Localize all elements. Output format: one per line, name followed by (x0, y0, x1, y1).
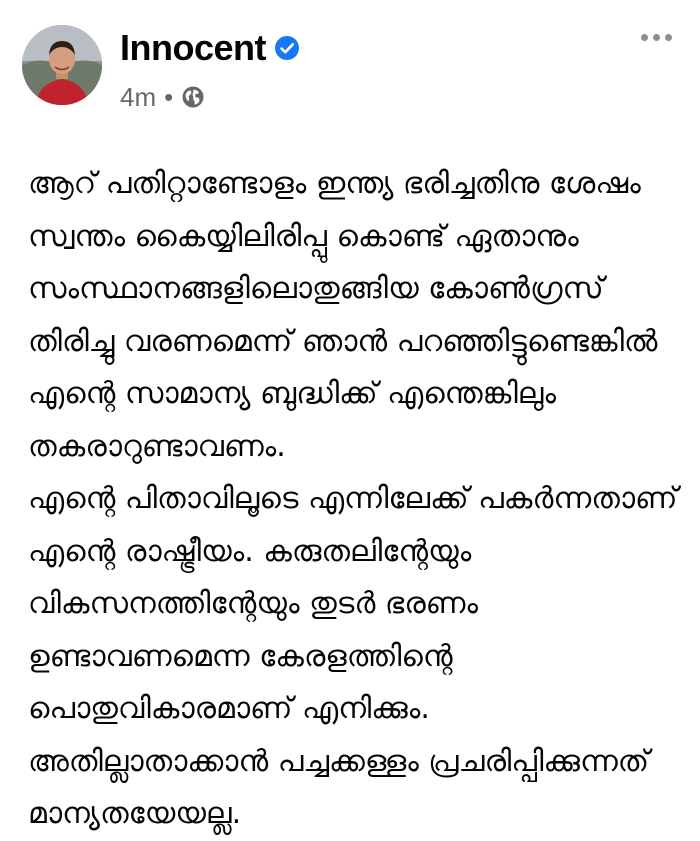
post-text-line: സ്വന്തം കൈയ്യിലിരിപ്പു കൊണ്ട് ഏതാനും (28, 218, 579, 254)
post-text-line: തിരിച്ചു വരണമെന്ന് ഞാൻ പറഞ്ഞിട്ടുണ്ടെങ്ക… (28, 323, 658, 359)
post-text: ആറ് പതിറ്റാണ്ടോളം ഇന്ത്യ ഭരിച്ചതിനു ശേഷം… (28, 158, 678, 841)
facebook-post: Innocent 4m • ആറ് പതിറ്റാണ്ടോളം ഇന്ത്യ ഭ… (0, 0, 700, 831)
post-text-line: എന്റെ രാഷ്ട്രീയം. കരുതലിന്റേയും (28, 533, 472, 569)
post-text-line: എന്റെ സാമാന്യ ബുദ്ധിക്ക് എന്തെങ്കിലും (28, 376, 557, 411)
post-text-line: അതില്ലാതാക്കാൻ പച്ചക്കള്ളം പ്രചരിപ്പിക്ക… (28, 743, 650, 779)
post-text-line: ഉണ്ടാവണമെന്ന കേരളത്തിന്റെ (28, 638, 453, 674)
author-name[interactable]: Innocent (120, 28, 267, 68)
post-text-line: തകരാറുണ്ടാവണം. (28, 428, 286, 464)
verified-badge-icon (275, 36, 299, 60)
post-meta: 4m • (120, 82, 205, 112)
post-text-line: പൊതുവികാരമാണ് എനിക്കും. (28, 691, 430, 726)
post-text-line: മാന്യതയേയല്ല. (28, 796, 242, 831)
meta-separator: • (164, 82, 174, 112)
post-text-line: എന്റെ പിതാവിലൂടെ എന്നിലേക്ക് പകർന്നതാണ് (28, 481, 678, 516)
more-dot (665, 34, 672, 41)
more-dot (641, 34, 648, 41)
post-text-line: ആറ് പതിറ്റാണ്ടോളം ഇന്ത്യ ഭരിച്ചതിനു ശേഷം (28, 166, 641, 201)
post-text-line: സംസ്ഥാനങ്ങളിലൊതുങ്ങിയ കോൺഗ്രസ് (28, 271, 604, 306)
more-dot (653, 34, 660, 41)
profile-photo (22, 25, 102, 105)
post-timestamp[interactable]: 4m (120, 82, 156, 112)
author-row: Innocent (120, 28, 300, 68)
globe-icon[interactable] (181, 85, 205, 109)
more-options-icon[interactable] (641, 34, 672, 41)
avatar[interactable] (22, 25, 102, 105)
post-text-line: വികസനത്തിന്റേയും തുടർ ഭരണം (28, 586, 479, 621)
